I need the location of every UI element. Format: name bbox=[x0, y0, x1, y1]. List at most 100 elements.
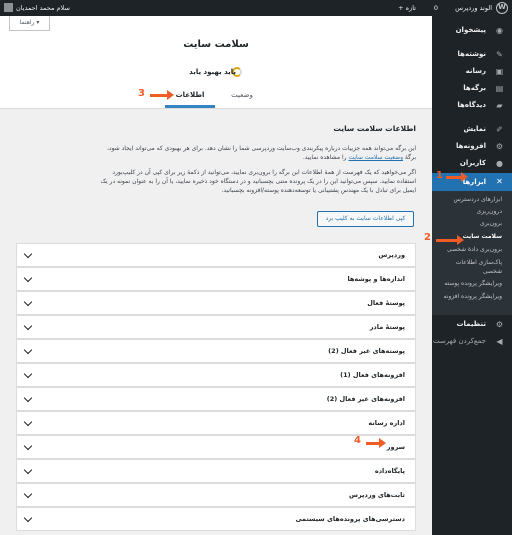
accordion-row[interactable]: پوستهٔ مادر bbox=[16, 315, 416, 339]
annotation-arrow-icon bbox=[436, 235, 464, 245]
sidebar-item-label: تنظیمات bbox=[456, 320, 486, 328]
submenu-erase-personal-data[interactable]: پاک‌سازی اطلاعات شخصی bbox=[432, 258, 512, 276]
accordion-label: اداره رسانه bbox=[368, 419, 405, 427]
accordion-label: افزونه‌های غیر فعال (2) bbox=[326, 395, 405, 403]
user-greeting[interactable]: سلام محمد احمدیان bbox=[16, 0, 70, 16]
annotation-number: 4 bbox=[354, 435, 361, 446]
site-name-link[interactable]: الوند وردپرس bbox=[455, 0, 492, 16]
section-title: اطلاعات سلامت سایت bbox=[333, 124, 416, 133]
sidebar-item-comments[interactable]: ▰ دیدگاه‌ها bbox=[432, 97, 512, 114]
accordion-row[interactable]: افزونه‌های غیر فعال (2) bbox=[16, 387, 416, 411]
sidebar-item-users[interactable]: ● کاربران bbox=[432, 155, 512, 172]
collapse-icon: ◀ bbox=[496, 337, 503, 346]
chevron-down-icon bbox=[23, 249, 33, 259]
sidebar-item-label: نمایش bbox=[463, 125, 486, 133]
help-button[interactable]: راهنما ▾ bbox=[9, 16, 50, 31]
submenu-theme-file-editor[interactable]: ویرایشگر پرونده پوسته bbox=[432, 279, 512, 288]
sidebar-item-posts[interactable]: ✎ نوشته‌ها bbox=[432, 46, 512, 63]
accordion-row[interactable]: اندازه‌ها و پوشه‌ها bbox=[16, 267, 416, 291]
accordion-row[interactable]: پوستهٔ فعال bbox=[16, 291, 416, 315]
new-content-link[interactable]: + تازه bbox=[398, 0, 416, 16]
annotation-arrow-icon bbox=[150, 90, 174, 100]
sidebar-item-label: رسانه bbox=[465, 67, 486, 75]
tools-submenu: ابزارهای دردسترس درون‌ریزی برون‌بری سلام… bbox=[432, 191, 512, 315]
copy-site-info-button[interactable]: کپی اطلاعات سایت به کلیپ برد bbox=[317, 211, 414, 227]
sidebar-item-label: برگه‌ها bbox=[463, 84, 486, 92]
sidebar-item-pages[interactable]: ▤ برگه‌ها bbox=[432, 80, 512, 97]
tab-status[interactable]: وضعیت bbox=[227, 88, 257, 108]
submenu-export[interactable]: برون‌بری bbox=[432, 219, 512, 228]
chevron-down-icon bbox=[23, 273, 33, 283]
chevron-down-icon bbox=[23, 393, 33, 403]
sidebar-item-label: نوشته‌ها bbox=[457, 50, 487, 58]
page-header: سلامت سایت باید بهبود یابد اطلاعات وضعیت bbox=[0, 16, 432, 109]
accordion-row[interactable]: ثابت‌های وردپرس bbox=[16, 483, 416, 507]
intro-paragraph: این برگه می‌تواند همه جزییات درباره پیکر… bbox=[96, 144, 416, 162]
annotation-arrow-icon bbox=[446, 172, 468, 182]
sidebar-item-tools[interactable]: ✕ ابزارها bbox=[427, 173, 512, 191]
accordion-label: پایگاه‌داده bbox=[374, 467, 405, 475]
chevron-down-icon bbox=[23, 489, 33, 499]
comments-count[interactable]: 0 bbox=[434, 0, 438, 16]
chevron-down-icon bbox=[23, 321, 33, 331]
accordion-row[interactable]: وردپرس bbox=[16, 243, 416, 267]
accordion-row[interactable]: دسترسی‌های پرونده‌های سیستمی bbox=[16, 507, 416, 531]
accordion-label: اندازه‌ها و پوشه‌ها bbox=[347, 275, 405, 283]
settings-icon: ⚙ bbox=[495, 320, 504, 329]
sidebar-item-plugins[interactable]: ⚙ افزونه‌ها bbox=[432, 138, 512, 155]
admin-bar: الوند وردپرس 0 + تازه سلام محمد احمدیان bbox=[0, 0, 512, 16]
accordion-label: سرور bbox=[386, 443, 405, 451]
plugin-icon: ⚙ bbox=[495, 142, 504, 151]
accordion-row[interactable]: پوسته‌های غیر فعال (2) bbox=[16, 339, 416, 363]
sidebar-item-label: پیشخوان bbox=[455, 26, 486, 34]
annotation-number: 2 bbox=[424, 232, 431, 243]
comment-icon: ▰ bbox=[496, 101, 503, 110]
accordion-row[interactable]: اداره رسانه bbox=[16, 411, 416, 435]
submenu-available-tools[interactable]: ابزارهای دردسترس bbox=[432, 195, 512, 204]
sidebar-collapse-menu[interactable]: ◀ جمع‌کردن فهرست bbox=[432, 333, 512, 350]
submenu-export-personal-data[interactable]: برون‌بری دادهٔ شخصی bbox=[432, 245, 512, 254]
chevron-down-icon bbox=[23, 297, 33, 307]
intro-text-end: را مشاهده نمایید. bbox=[302, 154, 349, 161]
status-text: باید بهبود یابد bbox=[189, 68, 236, 76]
sidebar-item-label: کاربران bbox=[459, 159, 486, 167]
accordion-label: پوسته‌های غیر فعال (2) bbox=[328, 347, 405, 355]
sidebar-item-label: جمع‌کردن فهرست bbox=[433, 337, 486, 345]
avatar[interactable] bbox=[4, 3, 13, 12]
accordion-row[interactable]: پایگاه‌داده bbox=[16, 459, 416, 483]
page-title: سلامت سایت bbox=[183, 39, 249, 50]
wrench-icon: ✕ bbox=[496, 177, 503, 186]
accordion-label: پوستهٔ مادر bbox=[369, 323, 405, 331]
page-icon: ▤ bbox=[495, 84, 504, 93]
annotation-number: 3 bbox=[138, 88, 145, 99]
chevron-down-icon bbox=[23, 369, 33, 379]
annotation-number: 1 bbox=[436, 170, 443, 181]
accordion-label: دسترسی‌های پرونده‌های سیستمی bbox=[295, 515, 405, 523]
sidebar-item-appearance[interactable]: ✐ نمایش bbox=[432, 121, 512, 138]
submenu-plugin-file-editor[interactable]: ویرایشگر پرونده افزونه bbox=[432, 292, 512, 301]
submenu-import[interactable]: درون‌ریزی bbox=[432, 207, 512, 216]
dashboard-icon: ◉ bbox=[496, 26, 503, 35]
sidebar-item-media[interactable]: ▣ رسانه bbox=[432, 63, 512, 80]
sidebar-item-settings[interactable]: ⚙ تنظیمات bbox=[432, 316, 512, 333]
wordpress-logo-icon[interactable] bbox=[496, 2, 508, 14]
chevron-down-icon bbox=[23, 465, 33, 475]
current-menu-arrow-icon bbox=[427, 177, 432, 187]
admin-sidebar: ◉ پیشخوان ✎ نوشته‌ها ▣ رسانه ▤ برگه‌ها ▰ دیدگ… bbox=[427, 16, 512, 535]
sidebar-item-label: افزونه‌ها bbox=[455, 142, 486, 150]
site-health-status-link[interactable]: وضعیت سلامت سایت bbox=[348, 154, 403, 161]
export-paragraph: اگر می‌خواهید که یک فهرست از همهٔ اطلاعا… bbox=[100, 169, 416, 194]
chevron-down-icon bbox=[23, 513, 33, 523]
accordion-label: وردپرس bbox=[378, 251, 405, 259]
media-icon: ▣ bbox=[495, 67, 504, 76]
chevron-down-icon bbox=[23, 441, 33, 451]
accordion-label: پوستهٔ فعال bbox=[367, 299, 405, 307]
annotation-arrow-icon bbox=[366, 438, 386, 448]
sidebar-item-dashboard[interactable]: ◉ پیشخوان bbox=[432, 22, 512, 39]
accordion-label: افزونه‌های فعال (1) bbox=[340, 371, 405, 379]
sidebar-item-label: دیدگاه‌ها bbox=[457, 101, 486, 109]
brush-icon: ✐ bbox=[496, 125, 503, 134]
pin-icon: ✎ bbox=[496, 50, 503, 59]
accordion-label: ثابت‌های وردپرس bbox=[349, 491, 405, 499]
accordion-row[interactable]: افزونه‌های فعال (1) bbox=[16, 363, 416, 387]
